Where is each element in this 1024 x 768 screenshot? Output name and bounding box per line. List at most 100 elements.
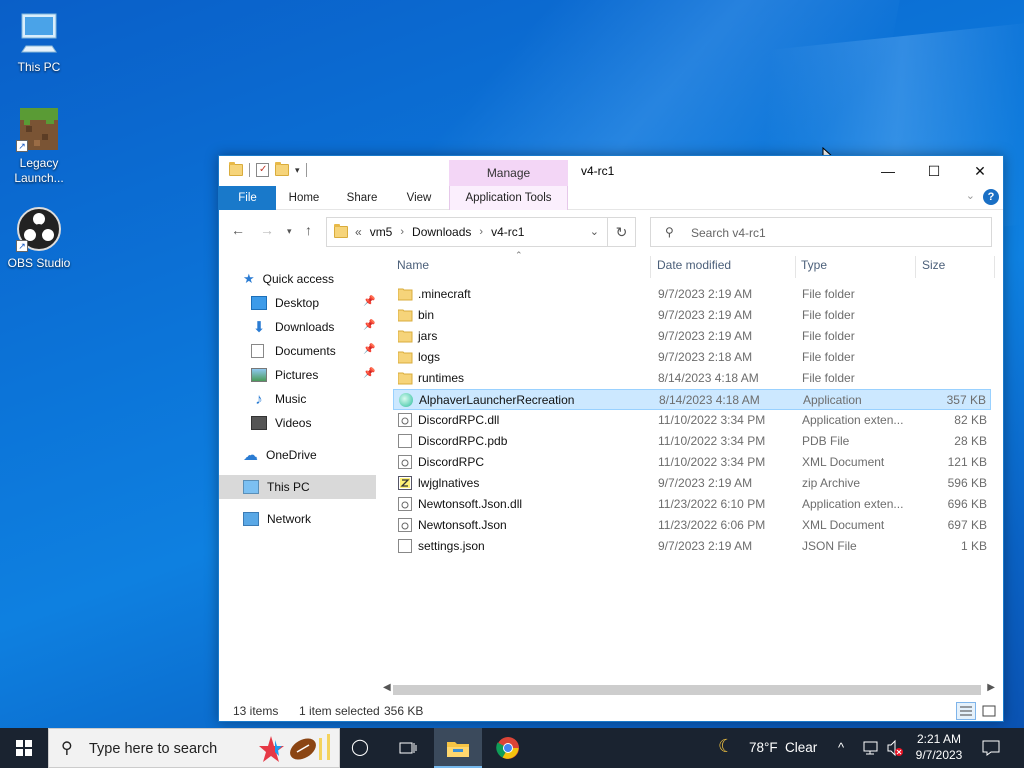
system-clock[interactable]: 2:21 AM 9/7/2023 [906, 731, 972, 763]
task-view-icon[interactable] [384, 728, 432, 768]
file-date: 8/14/2023 4:18 AM [659, 393, 760, 407]
file-explorer-window: ✓ ▾ Manage v4-rc1 — ☐ ✕ File Home Share … [218, 155, 1004, 722]
desktop-icon-label: This PC [17, 60, 61, 74]
chrome-taskbar-button[interactable] [484, 728, 532, 768]
back-arrow-icon[interactable]: ← [231, 222, 245, 238]
nav-item-videos[interactable]: Videos [251, 411, 311, 435]
chevron-right-icon[interactable]: › [479, 226, 483, 238]
videos-icon [251, 416, 267, 430]
quick-access-toolbar: ✓ ▾ [229, 162, 307, 177]
desktop-icon-legacy-launcher[interactable]: ↗ Legacy Launch... [1, 106, 77, 186]
nav-quick-access[interactable]: ★ Quick access [243, 267, 334, 291]
network-icon[interactable] [862, 728, 880, 768]
column-header-name[interactable]: Name [397, 258, 429, 284]
desktop-icon-this-pc[interactable]: This PC [1, 10, 77, 75]
forward-arrow-icon[interactable]: → [260, 222, 274, 238]
computer-icon [16, 10, 62, 56]
folder-icon [334, 224, 348, 238]
nav-onedrive[interactable]: ☁ OneDrive [243, 443, 317, 467]
cloud-icon: ☁ [243, 447, 258, 464]
file-row[interactable]: DiscordRPC 11/10/2022 3:34 PM XML Document… [393, 452, 991, 473]
title-bar[interactable]: ✓ ▾ Manage v4-rc1 — ☐ ✕ [219, 156, 1003, 186]
file-row[interactable]: jars 9/7/2023 2:19 AM File folder [393, 326, 991, 347]
file-row[interactable]: DiscordRPC.dll 11/10/2022 3:34 PM Applicat… [393, 410, 991, 431]
nav-item-downloads[interactable]: ⬇ Downloads [251, 315, 335, 339]
breadcrumb-downloads[interactable]: Downloads [412, 225, 471, 239]
breadcrumb-overflow[interactable]: « [355, 225, 362, 239]
column-header-date-modified[interactable]: Date modified [657, 258, 731, 284]
expand-ribbon-chevron-icon[interactable]: ⌄ [966, 189, 975, 202]
desktop-icon-obs-studio[interactable]: ↗ OBS Studio [1, 206, 77, 271]
customize-toolbar-chevron-icon[interactable]: ▾ [295, 165, 300, 176]
pictures-icon [251, 368, 267, 382]
file-row[interactable]: settings.json 9/7/2023 2:19 AM JSON File 1 … [393, 536, 991, 557]
nav-item-documents[interactable]: Documents [251, 339, 336, 363]
minimize-button[interactable]: — [865, 156, 911, 186]
show-hidden-icons-chevron-icon[interactable]: ^ [838, 740, 844, 756]
file-row[interactable]: lwjglnatives 9/7/2023 2:19 AM zip Archive 5… [393, 473, 991, 494]
music-note-icon: ♪ [255, 390, 263, 408]
file-row[interactable]: Newtonsoft.Json 11/23/2022 6:06 PM XML Doc… [393, 515, 991, 536]
file-row[interactable]: AlphaverLauncherRecreation 8/14/2023 4:18… [393, 389, 991, 410]
document-icon [398, 434, 412, 448]
file-row[interactable]: .minecraft 9/7/2023 2:19 AM File folder [393, 284, 991, 305]
properties-icon[interactable]: ✓ [256, 163, 269, 177]
navigation-pane: ★ Quick access Desktop 📌 ⬇ Downloads 📌 D… [219, 252, 379, 692]
file-row[interactable]: Newtonsoft.Json.dll 11/23/2022 6:10 PM App… [393, 494, 991, 515]
nav-item-music[interactable]: ♪ Music [251, 387, 306, 411]
scrollbar-thumb[interactable] [393, 685, 981, 695]
up-arrow-icon[interactable]: ↑ [305, 222, 312, 238]
file-type: Application exten... [802, 413, 904, 427]
tab-home[interactable]: Home [281, 186, 327, 210]
notifications-icon[interactable] [982, 728, 1000, 768]
taskbar-search-input[interactable]: ⚲ Type here to search [48, 728, 340, 768]
file-type: File folder [802, 350, 855, 364]
help-icon[interactable]: ? [983, 189, 999, 205]
file-row[interactable]: runtimes 8/14/2023 4:18 AM File folder [393, 368, 991, 389]
tab-view[interactable]: View [396, 186, 442, 210]
tab-application-tools[interactable]: Application Tools [449, 186, 568, 210]
file-size: 696 KB [947, 497, 987, 511]
file-row[interactable]: bin 9/7/2023 2:19 AM File folder [393, 305, 991, 326]
column-header-type[interactable]: Type [801, 258, 827, 284]
breadcrumb-v4-rc1[interactable]: v4-rc1 [491, 225, 524, 239]
tab-file[interactable]: File [219, 186, 276, 210]
file-size: 121 KB [947, 455, 987, 469]
nav-this-pc[interactable]: This PC [243, 475, 310, 499]
file-type: File folder [802, 329, 855, 343]
file-row[interactable]: logs 9/7/2023 2:18 AM File folder [393, 347, 991, 368]
breadcrumb: « vm5 › Downloads › v4-rc1 [355, 225, 524, 239]
close-button[interactable]: ✕ [957, 156, 1003, 186]
tab-share[interactable]: Share [339, 186, 385, 210]
address-dropdown-chevron-icon[interactable]: ⌄ [590, 225, 599, 238]
horizontal-scrollbar[interactable]: ◀ ▶ [379, 682, 999, 696]
search-input[interactable]: ⚲ Search v4-rc1 [650, 217, 992, 247]
large-icons-view-button[interactable] [979, 702, 999, 720]
start-button[interactable] [0, 728, 48, 768]
file-name: settings.json [418, 539, 485, 553]
new-folder-icon[interactable] [275, 162, 289, 176]
recent-locations-chevron-icon[interactable]: ▾ [287, 226, 292, 237]
nav-network[interactable]: Network [243, 507, 311, 531]
volume-muted-icon[interactable] [886, 728, 904, 768]
column-header-size[interactable]: Size [922, 258, 945, 284]
folder-icon[interactable] [229, 162, 243, 176]
scroll-left-arrow-icon[interactable]: ◀ [383, 682, 391, 693]
folder-icon [397, 287, 413, 301]
breadcrumb-vm5[interactable]: vm5 [370, 225, 393, 239]
maximize-button[interactable]: ☐ [911, 156, 957, 186]
file-explorer-taskbar-button[interactable] [434, 728, 482, 768]
file-name: AlphaverLauncherRecreation [419, 393, 575, 407]
folder-icon [397, 329, 413, 343]
search-icon: ⚲ [61, 740, 73, 757]
cortana-icon[interactable]: ◯ [336, 728, 384, 768]
chevron-right-icon[interactable]: › [400, 226, 404, 238]
file-type: XML Document [802, 455, 885, 469]
details-view-button[interactable] [956, 702, 976, 720]
file-row[interactable]: DiscordRPC.pdb 11/10/2022 3:34 PM PDB File… [393, 431, 991, 452]
nav-item-desktop[interactable]: Desktop [251, 291, 319, 315]
scroll-right-arrow-icon[interactable]: ▶ [987, 682, 995, 693]
nav-item-pictures[interactable]: Pictures [251, 363, 318, 387]
refresh-button[interactable]: ↻ [608, 217, 636, 247]
address-bar[interactable]: « vm5 › Downloads › v4-rc1 ⌄ [326, 217, 608, 247]
